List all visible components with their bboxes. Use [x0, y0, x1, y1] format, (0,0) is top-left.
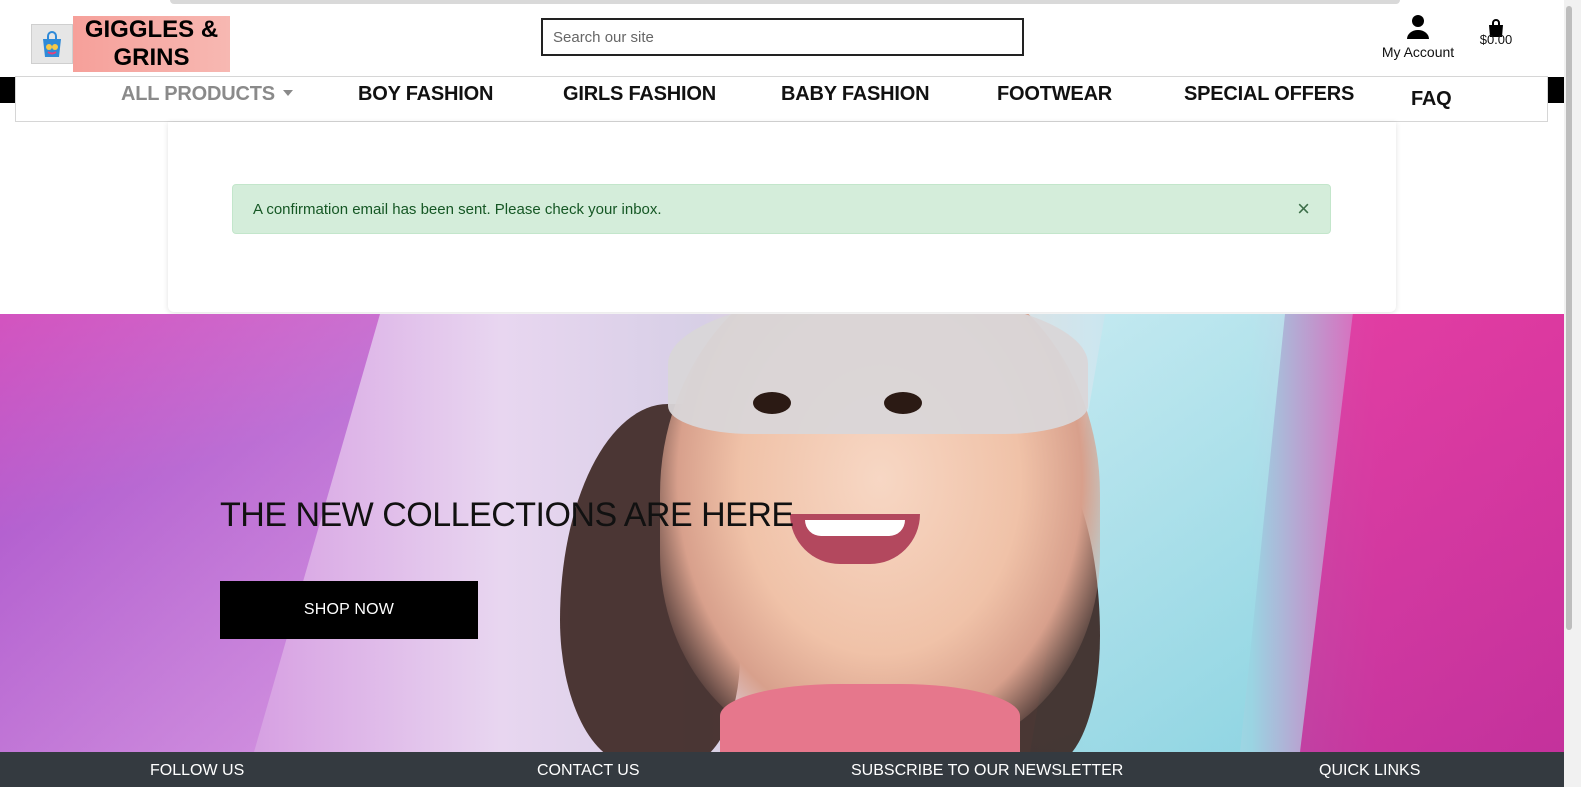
- shopping-cart-link[interactable]: $0.00: [1476, 18, 1516, 47]
- hero-title: THE NEW COLLECTIONS ARE HERE: [220, 496, 794, 534]
- hero-image-eye: [884, 392, 922, 414]
- hero-image-bag-right: [1300, 314, 1564, 752]
- nav-all-products[interactable]: ALL PRODUCTS: [121, 83, 293, 106]
- scrollbar-thumb[interactable]: [1566, 6, 1572, 630]
- footer-follow-us: FOLLOW US: [150, 762, 245, 779]
- footer-newsletter: SUBSCRIBE TO OUR NEWSLETTER: [851, 762, 1124, 779]
- hero-banner: THE NEW COLLECTIONS ARE HERE SHOP NOW: [0, 314, 1564, 752]
- footer-quick-links: QUICK LINKS: [1319, 762, 1421, 779]
- hero-image-teeth: [805, 520, 905, 536]
- nav-boy-fashion[interactable]: BOY FASHION: [358, 83, 493, 106]
- my-account-label: My Account: [1381, 44, 1455, 60]
- message-container: A confirmation email has been sent. Plea…: [168, 122, 1396, 312]
- site-logo[interactable]: GIGGLES & GRINS: [31, 16, 230, 72]
- logo-text: GIGGLES & GRINS: [73, 16, 230, 72]
- shopping-bag-logo-icon: [31, 24, 73, 64]
- nav-edge-right: [1547, 77, 1564, 103]
- site-footer: FOLLOW US CONTACT US SUBSCRIBE TO OUR NE…: [0, 752, 1564, 787]
- cart-total: $0.00: [1479, 32, 1513, 47]
- nav-baby-fashion[interactable]: BABY FASHION: [781, 83, 930, 106]
- hero-image-hat: [668, 314, 1088, 434]
- close-icon[interactable]: ×: [1297, 198, 1310, 220]
- nav-all-products-label: ALL PRODUCTS: [121, 83, 275, 105]
- main-navigation: ALL PRODUCTS BOY FASHION GIRLS FASHION B…: [15, 76, 1548, 122]
- site-header: GIGGLES & GRINS My Account $0.00: [0, 4, 1568, 76]
- my-account-link[interactable]: My Account: [1378, 14, 1458, 60]
- hero-image-eye: [753, 392, 791, 414]
- footer-contact-us: CONTACT US: [537, 762, 640, 779]
- alert-message: A confirmation email has been sent. Plea…: [253, 200, 662, 218]
- success-alert: A confirmation email has been sent. Plea…: [232, 184, 1331, 234]
- nav-footwear[interactable]: FOOTWEAR: [997, 83, 1112, 106]
- hero-image-shirt: [720, 684, 1020, 752]
- shop-now-button[interactable]: SHOP NOW: [220, 581, 478, 639]
- nav-special-offers[interactable]: SPECIAL OFFERS: [1184, 83, 1354, 106]
- nav-girls-fashion[interactable]: GIRLS FASHION: [563, 83, 716, 106]
- search-input[interactable]: [541, 18, 1024, 56]
- caret-down-icon: [282, 89, 293, 96]
- nav-edge-left: [0, 77, 16, 103]
- user-icon: [1407, 15, 1429, 39]
- nav-faq[interactable]: FAQ: [1411, 88, 1452, 111]
